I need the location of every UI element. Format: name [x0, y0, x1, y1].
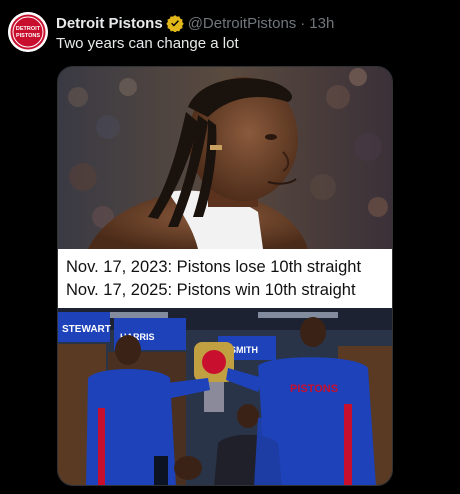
verified-badge-icon	[165, 14, 184, 33]
logo-text-top: DETROIT	[16, 26, 41, 32]
display-name[interactable]: Detroit Pistons	[56, 15, 163, 32]
player-portrait-icon	[58, 67, 392, 249]
caption-line-2025: Nov. 17, 2025: Pistons win 10th straight	[66, 281, 356, 299]
tweet-header: Detroit Pistons @DetroitPistons · 13h	[56, 13, 334, 33]
tweet[interactable]: DETROIT PISTONS Detroit Pistons @Detroit…	[0, 0, 460, 494]
jersey-text: PISTONS	[290, 383, 338, 395]
tweet-text: Two years can change a lot	[56, 35, 239, 52]
avatar[interactable]: DETROIT PISTONS	[8, 12, 48, 52]
pistons-logo-icon: DETROIT PISTONS	[8, 12, 48, 52]
logo-text-bottom: PISTONS	[16, 33, 40, 39]
separator-dot: ·	[300, 14, 306, 32]
nameplate-smith: SMITH	[230, 345, 258, 355]
locker-room-celebration-icon: STEWART HARRIS SMITH PISTONS	[58, 308, 392, 485]
caption-box: Nov. 17, 2023: Pistons lose 10th straigh…	[58, 249, 392, 308]
timestamp[interactable]: 13h	[309, 15, 334, 32]
nameplate-stewart: STEWART	[62, 324, 111, 335]
media-image[interactable]: Nov. 17, 2023: Pistons lose 10th straigh…	[57, 66, 393, 486]
handle[interactable]: @DetroitPistons	[188, 15, 297, 32]
caption-line-2023: Nov. 17, 2023: Pistons lose 10th straigh…	[66, 258, 362, 276]
